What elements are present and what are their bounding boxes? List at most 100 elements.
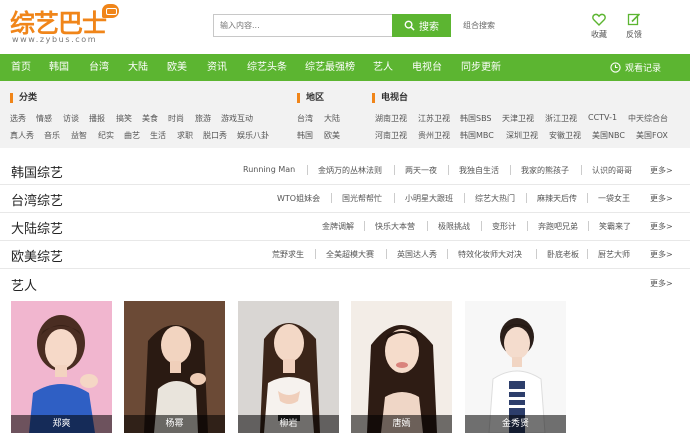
show-link[interactable]: 变形计 bbox=[492, 221, 516, 232]
artist-card[interactable]: 郑爽 bbox=[11, 301, 112, 433]
filter-tag[interactable]: 曲艺 bbox=[124, 130, 140, 141]
filter-tag[interactable]: 欧美 bbox=[324, 130, 340, 141]
filter-tag[interactable]: 美国FOX bbox=[636, 130, 668, 141]
nav-item-artists[interactable]: 艺人 bbox=[373, 54, 393, 81]
nav-item-korea[interactable]: 韩国 bbox=[49, 54, 69, 81]
filter-tag[interactable]: 求职 bbox=[177, 130, 193, 141]
filter-category-title: 分类 bbox=[10, 93, 37, 103]
filter-tag[interactable]: 游戏互动 bbox=[221, 113, 253, 124]
filter-tag[interactable]: 播报 bbox=[89, 113, 105, 124]
show-link[interactable]: 卧底老板 bbox=[547, 249, 579, 260]
separator bbox=[464, 193, 465, 203]
artist-photo bbox=[238, 301, 339, 433]
show-link[interactable]: 小明星大跟班 bbox=[405, 193, 453, 204]
separator bbox=[394, 165, 395, 175]
filter-tag[interactable]: 益智 bbox=[71, 130, 87, 141]
artist-card[interactable]: 杨幂 bbox=[124, 301, 225, 433]
filter-panel: 分类 选秀 情感 访谈 播报 搞笑 美食 时尚 旅游 游戏互动 真人秀 音乐 益… bbox=[0, 81, 690, 148]
show-link[interactable]: 英国达人秀 bbox=[397, 249, 437, 260]
filter-tag[interactable]: 大陆 bbox=[324, 113, 340, 124]
search-button[interactable]: 搜索 bbox=[392, 14, 451, 37]
filter-tag[interactable]: 韩国 bbox=[297, 130, 313, 141]
filter-tag[interactable]: 旅游 bbox=[195, 113, 211, 124]
section-row-artists: 艺人 更多> bbox=[0, 269, 690, 298]
show-link[interactable]: 笑霸来了 bbox=[599, 221, 631, 232]
filter-tag[interactable]: 情感 bbox=[36, 113, 52, 124]
watch-history-button[interactable]: 观看记录 bbox=[610, 54, 661, 81]
nav-item-sync-update[interactable]: 同步更新 bbox=[461, 54, 501, 81]
filter-tag[interactable]: 天津卫视 bbox=[502, 113, 534, 124]
separator bbox=[588, 221, 589, 231]
nav-item-top-chart[interactable]: 综艺最强榜 bbox=[305, 54, 355, 81]
show-link[interactable]: WTO姐妹会 bbox=[277, 193, 320, 204]
favorites-label: 收藏 bbox=[591, 30, 607, 39]
nav-item-tv-stations[interactable]: 电视台 bbox=[412, 54, 442, 81]
show-link[interactable]: 麻辣天后传 bbox=[537, 193, 577, 204]
combo-search-link[interactable]: 组合搜索 bbox=[463, 20, 495, 31]
filter-tag[interactable]: 音乐 bbox=[44, 130, 60, 141]
nav-item-home[interactable]: 首页 bbox=[11, 54, 31, 81]
filter-tag[interactable]: 贵州卫视 bbox=[418, 130, 450, 141]
show-link[interactable]: 两天一夜 bbox=[405, 165, 437, 176]
show-link[interactable]: 厨艺大师 bbox=[598, 249, 630, 260]
show-link[interactable]: 综艺大热门 bbox=[475, 193, 515, 204]
nav-item-headlines[interactable]: 综艺头条 bbox=[247, 54, 287, 81]
more-link[interactable]: 更多> bbox=[650, 278, 673, 289]
filter-tag[interactable]: 深圳卫视 bbox=[506, 130, 538, 141]
filter-tag[interactable]: 真人秀 bbox=[10, 130, 34, 141]
filter-tag[interactable]: 中天综合台 bbox=[628, 113, 668, 124]
filter-tag[interactable]: 河南卫视 bbox=[375, 130, 407, 141]
more-link[interactable]: 更多> bbox=[650, 249, 673, 260]
filter-tag[interactable]: 韩国MBC bbox=[460, 130, 494, 141]
clock-icon bbox=[610, 62, 621, 73]
show-link[interactable]: 我独自生活 bbox=[459, 165, 499, 176]
filter-tag[interactable]: CCTV-1 bbox=[588, 113, 617, 122]
filter-tag[interactable]: 搞笑 bbox=[116, 113, 132, 124]
site-logo[interactable]: 综艺巴士 www.zybus.com bbox=[9, 4, 121, 46]
show-link[interactable]: 特效化妆师大对决 bbox=[458, 249, 522, 260]
show-link[interactable]: 全美超模大赛 bbox=[326, 249, 374, 260]
filter-tag[interactable]: 江苏卫视 bbox=[418, 113, 450, 124]
artist-card[interactable]: 柳岩 bbox=[238, 301, 339, 433]
filter-tag[interactable]: 脱口秀 bbox=[203, 130, 227, 141]
more-link[interactable]: 更多> bbox=[650, 221, 673, 232]
show-link[interactable]: 金牌调解 bbox=[322, 221, 354, 232]
artist-card[interactable]: 唐嫣 bbox=[351, 301, 452, 433]
filter-tag[interactable]: 访谈 bbox=[63, 113, 79, 124]
search-input[interactable] bbox=[214, 15, 392, 36]
show-link[interactable]: 一袋女王 bbox=[598, 193, 630, 204]
show-link[interactable]: 奔跑吧兄弟 bbox=[538, 221, 578, 232]
filter-tag[interactable]: 时尚 bbox=[168, 113, 184, 124]
filter-tag[interactable]: 浙江卫视 bbox=[545, 113, 577, 124]
show-link[interactable]: 国光帮帮忙 bbox=[342, 193, 382, 204]
main-nav: 首页 韩国 台湾 大陆 欧美 资讯 综艺头条 综艺最强榜 艺人 电视台 同步更新… bbox=[0, 54, 690, 81]
nav-item-taiwan[interactable]: 台湾 bbox=[89, 54, 109, 81]
heart-icon bbox=[592, 13, 606, 26]
nav-item-news[interactable]: 资讯 bbox=[207, 54, 227, 81]
filter-tag[interactable]: 美国NBC bbox=[592, 130, 625, 141]
favorites-link[interactable]: 收藏 bbox=[584, 13, 614, 40]
show-link[interactable]: 快乐大本营 bbox=[375, 221, 415, 232]
filter-tag[interactable]: 纪实 bbox=[98, 130, 114, 141]
show-link[interactable]: 我家的熊孩子 bbox=[521, 165, 569, 176]
nav-item-mainland[interactable]: 大陆 bbox=[128, 54, 148, 81]
show-link[interactable]: 荒野求生 bbox=[272, 249, 304, 260]
more-link[interactable]: 更多> bbox=[650, 165, 673, 176]
nav-item-western[interactable]: 欧美 bbox=[167, 54, 187, 81]
show-link[interactable]: 金炳万的丛林法则 bbox=[318, 165, 382, 176]
show-link[interactable]: Running Man bbox=[243, 165, 295, 174]
filter-tag[interactable]: 安徽卫视 bbox=[549, 130, 581, 141]
filter-tag[interactable]: 台湾 bbox=[297, 113, 313, 124]
show-link[interactable]: 认识的哥哥 bbox=[592, 165, 632, 176]
filter-tag[interactable]: 美食 bbox=[142, 113, 158, 124]
filter-tag[interactable]: 娱乐八卦 bbox=[237, 130, 269, 141]
feedback-link[interactable]: 反馈 bbox=[619, 13, 649, 40]
filter-tag[interactable]: 韩国SBS bbox=[460, 113, 492, 124]
filter-tag[interactable]: 生活 bbox=[150, 130, 166, 141]
artist-card[interactable]: 金秀贤 bbox=[465, 301, 566, 433]
filter-tag[interactable]: 选秀 bbox=[10, 113, 26, 124]
show-link[interactable]: 极限挑战 bbox=[438, 221, 470, 232]
more-link[interactable]: 更多> bbox=[650, 193, 673, 204]
separator bbox=[447, 249, 448, 259]
filter-tag[interactable]: 湖南卫视 bbox=[375, 113, 407, 124]
